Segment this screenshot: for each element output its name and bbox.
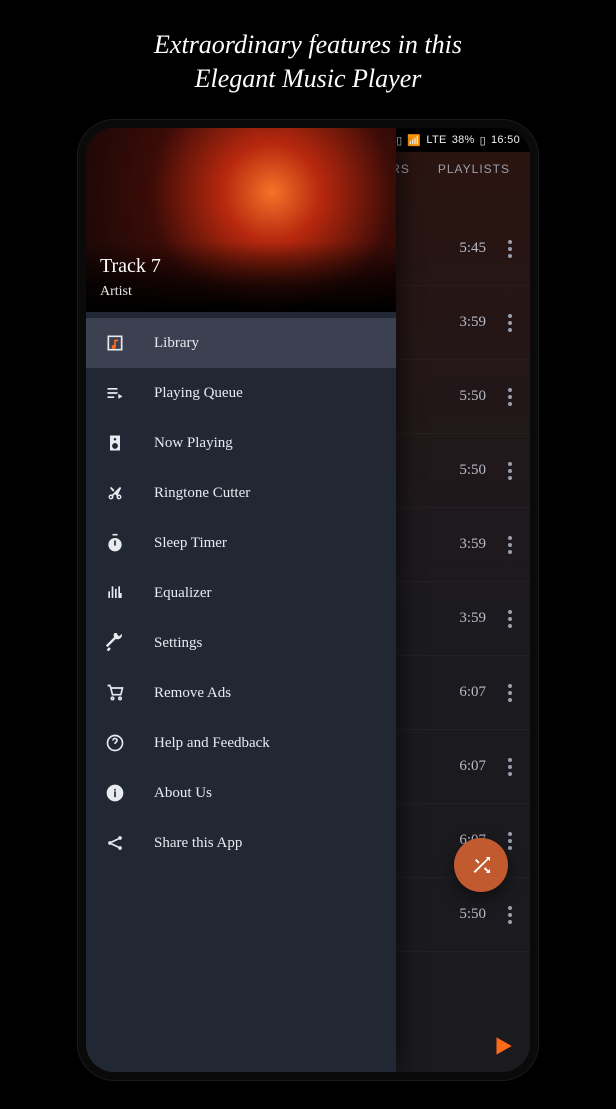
- help-icon: [104, 733, 126, 753]
- promo-text: Extraordinary features in this Elegant M…: [0, 0, 616, 108]
- drawer-item-label: Library: [154, 335, 199, 352]
- more-options-button[interactable]: [508, 610, 512, 628]
- track-duration: 5:50: [440, 388, 486, 405]
- drawer-item-help[interactable]: Help and Feedback: [86, 718, 396, 768]
- more-options-button[interactable]: [508, 462, 512, 480]
- wrench-icon: [104, 633, 126, 653]
- drawer-item-eq[interactable]: Equalizer: [86, 568, 396, 618]
- navigation-drawer: Track 7 Artist Library Playing Queue Now P…: [86, 128, 396, 1072]
- track-duration: 3:59: [440, 610, 486, 627]
- track-duration: 6:07: [440, 758, 486, 775]
- network-type: LTE: [426, 134, 446, 146]
- drawer-header[interactable]: Track 7 Artist: [86, 128, 396, 312]
- shuffle-fab[interactable]: [454, 838, 508, 892]
- queue-icon: [104, 383, 126, 403]
- shuffle-icon: [469, 853, 493, 877]
- info-icon: [104, 783, 126, 803]
- sim-indicator: ▯: [396, 134, 402, 147]
- more-options-button[interactable]: [508, 240, 512, 258]
- drawer-item-label: Equalizer: [154, 585, 211, 602]
- equalizer-icon: [104, 583, 126, 603]
- drawer-item-label: Now Playing: [154, 435, 233, 452]
- drawer-item-label: Help and Feedback: [154, 735, 270, 752]
- track-duration: 5:45: [440, 240, 486, 257]
- more-options-button[interactable]: [508, 536, 512, 554]
- track-duration: 3:59: [440, 536, 486, 553]
- drawer-item-label: Share this App: [154, 835, 242, 852]
- more-options-button[interactable]: [508, 906, 512, 924]
- drawer-item-queue[interactable]: Playing Queue: [86, 368, 396, 418]
- drawer-item-ringtone[interactable]: Ringtone Cutter: [86, 468, 396, 518]
- current-track-title: Track 7: [100, 255, 161, 278]
- share-icon: [104, 833, 126, 853]
- drawer-item-about[interactable]: About Us: [86, 768, 396, 818]
- track-duration: 3:59: [440, 314, 486, 331]
- current-track-artist: Artist: [100, 284, 132, 300]
- more-options-button[interactable]: [508, 314, 512, 332]
- track-duration: 5:50: [440, 462, 486, 479]
- music-note-icon: [104, 333, 126, 353]
- phone-frame: ▯ VoLTE ▯ 📶 LTE 38% ▯ 16:50 RSPLAYLISTS …: [78, 120, 538, 1080]
- more-options-button[interactable]: [508, 758, 512, 776]
- drawer-item-label: Remove Ads: [154, 685, 231, 702]
- cart-icon: [104, 683, 126, 703]
- drawer-menu: Library Playing Queue Now Playing Ringtone …: [86, 312, 396, 1072]
- track-duration: 5:50: [440, 906, 486, 923]
- track-duration: 6:07: [440, 684, 486, 701]
- drawer-item-sleep[interactable]: Sleep Timer: [86, 518, 396, 568]
- mini-play-button[interactable]: [490, 1033, 516, 1064]
- play-icon: [490, 1033, 516, 1059]
- more-options-button[interactable]: [508, 684, 512, 702]
- drawer-item-label: Ringtone Cutter: [154, 485, 250, 502]
- clock: 16:50: [491, 134, 520, 146]
- drawer-item-label: Playing Queue: [154, 385, 243, 402]
- signal-icon: 📶: [407, 134, 421, 147]
- drawer-item-label: Settings: [154, 635, 202, 652]
- tab-playlists[interactable]: PLAYLISTS: [438, 162, 510, 176]
- speaker-icon: [104, 433, 126, 453]
- more-options-button[interactable]: [508, 832, 512, 850]
- scissors-icon: [104, 483, 126, 503]
- timer-icon: [104, 533, 126, 553]
- battery-icon: ▯: [480, 134, 486, 147]
- drawer-item-ads[interactable]: Remove Ads: [86, 668, 396, 718]
- more-options-button[interactable]: [508, 388, 512, 406]
- drawer-item-label: About Us: [154, 785, 212, 802]
- drawer-item-share[interactable]: Share this App: [86, 818, 396, 868]
- drawer-item-library[interactable]: Library: [86, 318, 396, 368]
- battery-percent: 38%: [452, 134, 475, 146]
- promo-line1: Extraordinary features in this: [154, 30, 462, 59]
- drawer-item-label: Sleep Timer: [154, 535, 227, 552]
- screen: ▯ VoLTE ▯ 📶 LTE 38% ▯ 16:50 RSPLAYLISTS …: [86, 128, 530, 1072]
- drawer-item-settings[interactable]: Settings: [86, 618, 396, 668]
- drawer-item-now[interactable]: Now Playing: [86, 418, 396, 468]
- promo-line2: Elegant Music Player: [195, 64, 422, 93]
